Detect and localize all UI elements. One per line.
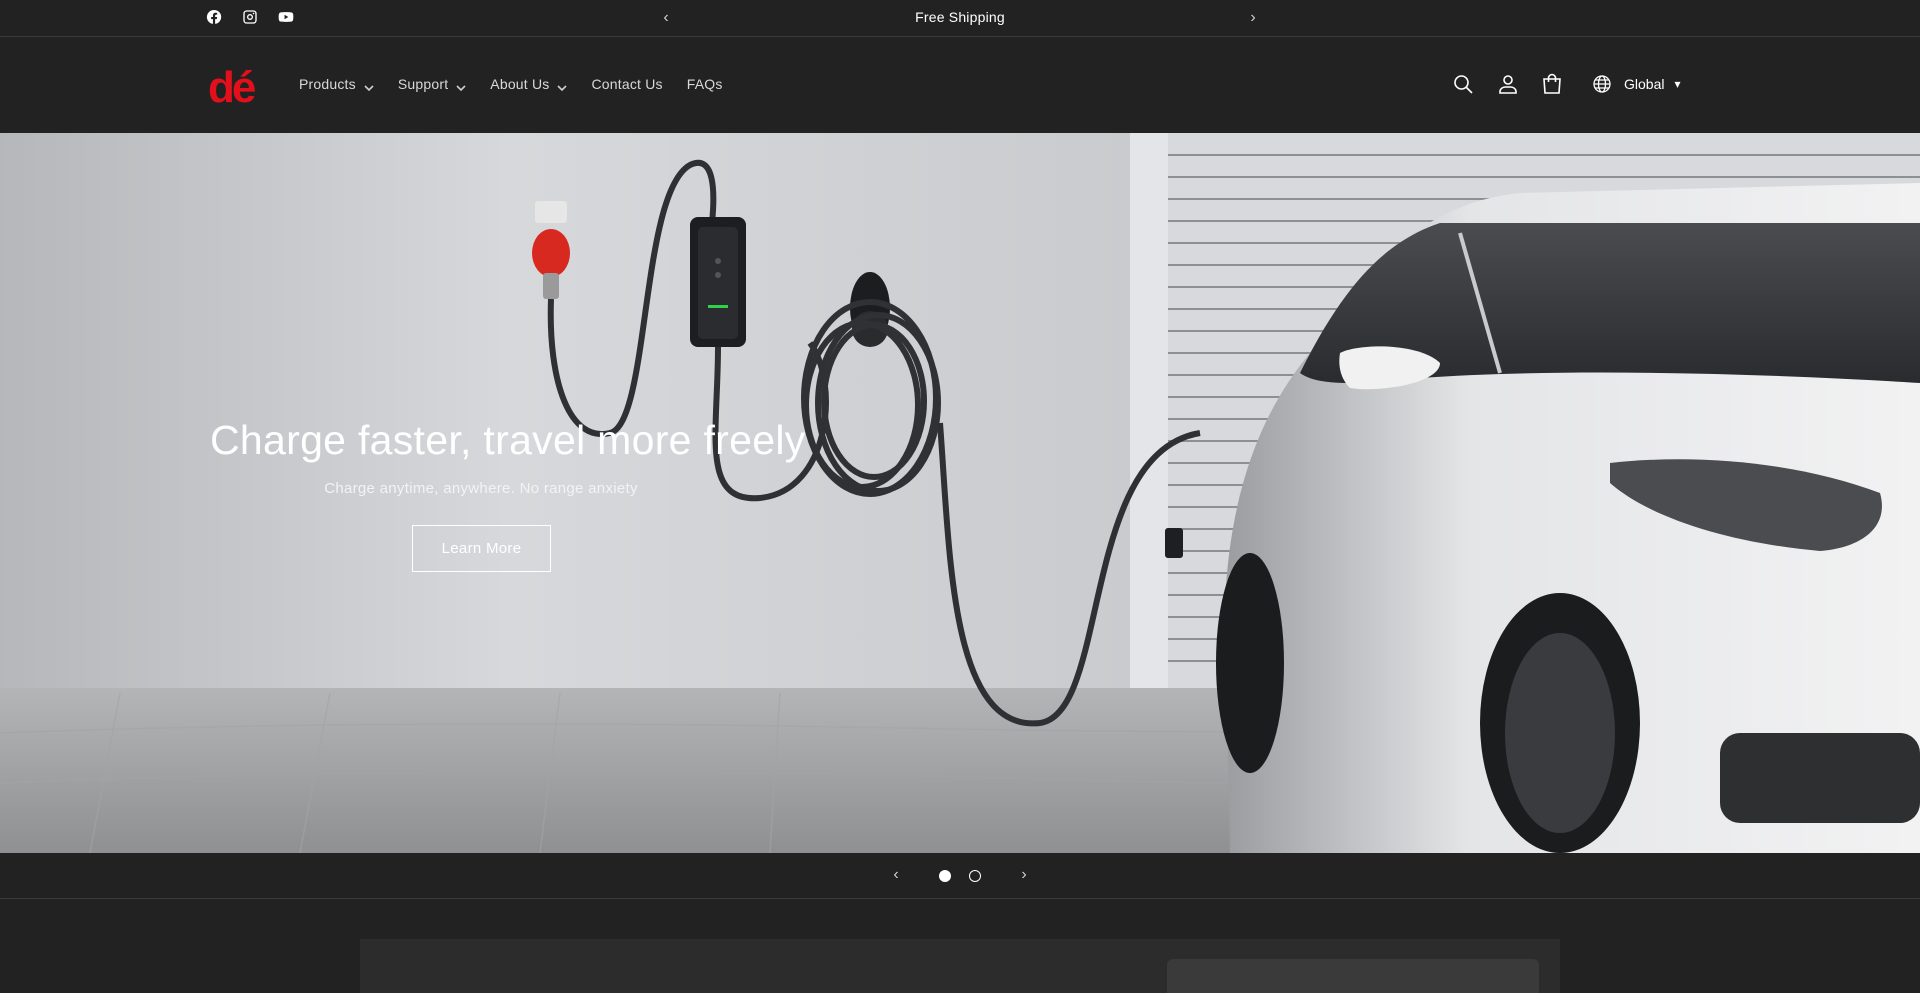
- nav-about[interactable]: About Us: [490, 76, 568, 92]
- nav-about-label: About Us: [490, 76, 550, 92]
- announcement-prev-button[interactable]: ‹: [658, 9, 674, 27]
- chevron-down-icon: [557, 80, 568, 92]
- hero-slide: Charge faster, travel more freely Charge…: [0, 133, 1920, 853]
- nav-support-label: Support: [397, 76, 449, 92]
- slide-prev-button[interactable]: ‹: [888, 865, 904, 885]
- caret-down-icon: ▾: [1674, 77, 1681, 91]
- locale-selector[interactable]: Global ▾: [1592, 74, 1681, 94]
- slide-next-button[interactable]: ›: [1016, 865, 1032, 885]
- nav-faqs[interactable]: FAQs: [687, 76, 723, 92]
- featured-card: [1167, 959, 1539, 993]
- slide-dot-1[interactable]: [939, 870, 951, 882]
- site-header: dé Products Support About Us Contact Us …: [0, 38, 1920, 133]
- brand-logo[interactable]: dé: [208, 63, 262, 112]
- hero-title: Charge faster, travel more freely: [210, 417, 806, 463]
- learn-more-button[interactable]: Learn More: [412, 525, 551, 572]
- social-links: [206, 9, 294, 25]
- announcement-text: Free Shipping: [915, 9, 1005, 25]
- nav-support[interactable]: Support: [398, 76, 466, 92]
- youtube-icon[interactable]: [278, 9, 294, 25]
- main-nav: Products Support About Us Contact Us FAQ…: [299, 76, 747, 92]
- slide-dot-2[interactable]: [969, 870, 981, 882]
- instagram-icon[interactable]: [242, 9, 258, 25]
- slider-controls: ‹ ›: [0, 853, 1920, 899]
- nav-contact[interactable]: Contact Us: [591, 76, 662, 92]
- chevron-down-icon: [364, 80, 374, 92]
- cart-icon[interactable]: [1540, 72, 1564, 96]
- account-icon[interactable]: [1496, 72, 1520, 96]
- nav-products-label: Products: [299, 76, 356, 92]
- search-icon[interactable]: [1451, 72, 1475, 96]
- announcement-bar: ‹ Free Shipping ›: [0, 0, 1920, 37]
- globe-icon: [1592, 74, 1612, 94]
- facebook-icon[interactable]: [206, 9, 222, 25]
- logo-text: dé: [208, 64, 255, 108]
- nav-products[interactable]: Products: [299, 76, 374, 92]
- locale-label: Global: [1624, 76, 1665, 92]
- hero-subtitle: Charge anytime, anywhere. No range anxie…: [324, 480, 638, 497]
- chevron-down-icon: [456, 80, 466, 92]
- announcement-next-button[interactable]: ›: [1245, 9, 1261, 27]
